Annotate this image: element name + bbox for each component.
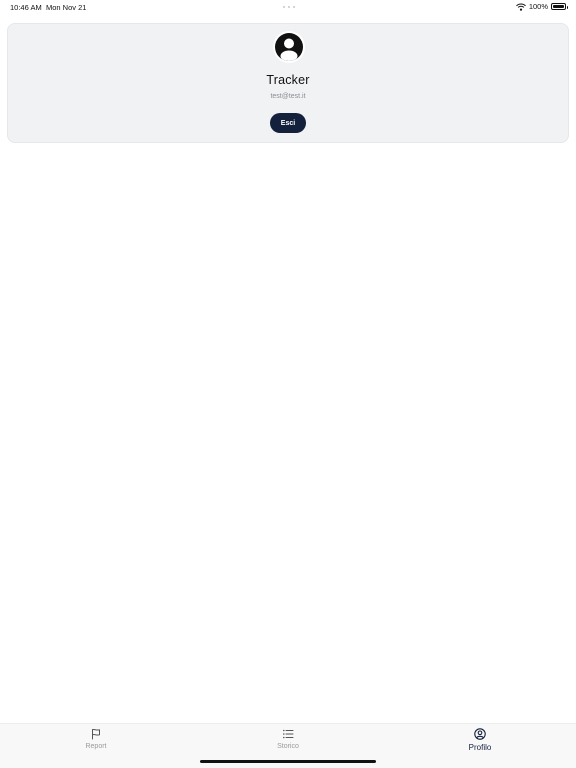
user-circle-icon <box>474 728 486 740</box>
tab-report-label: Report <box>85 743 107 750</box>
status-indicators: 100% <box>515 2 568 11</box>
status-time: 10:46 AM <box>10 3 42 12</box>
flag-icon <box>92 729 100 740</box>
tab-profilo-label: Profilo <box>468 743 492 752</box>
logout-button[interactable]: Esci <box>270 113 306 133</box>
battery-percent: 100% <box>528 2 548 11</box>
multitasking-indicator[interactable] <box>283 6 295 8</box>
tab-storico-label: Storico <box>277 743 299 750</box>
tab-storico[interactable]: Storico <box>248 728 328 756</box>
list-icon <box>283 729 294 739</box>
profile-email: test@test.it <box>270 93 306 100</box>
status-date: Mon Nov 21 <box>46 3 87 12</box>
user-circle-icon <box>275 33 303 61</box>
tab-report[interactable]: Report <box>56 728 136 756</box>
profile-name: Tracker <box>266 73 310 87</box>
tab-profilo[interactable]: Profilo <box>440 728 520 756</box>
wifi-icon <box>515 3 526 11</box>
battery-full-icon <box>551 3 568 10</box>
profile-card: Tracker test@test.it Esci <box>7 23 569 143</box>
home-indicator[interactable] <box>200 760 376 763</box>
profile-screen: 10:46 AM Mon Nov 21 100% Tracker test@te… <box>0 0 576 768</box>
status-bar: 10:46 AM Mon Nov 21 100% <box>0 0 576 14</box>
avatar <box>273 31 305 63</box>
